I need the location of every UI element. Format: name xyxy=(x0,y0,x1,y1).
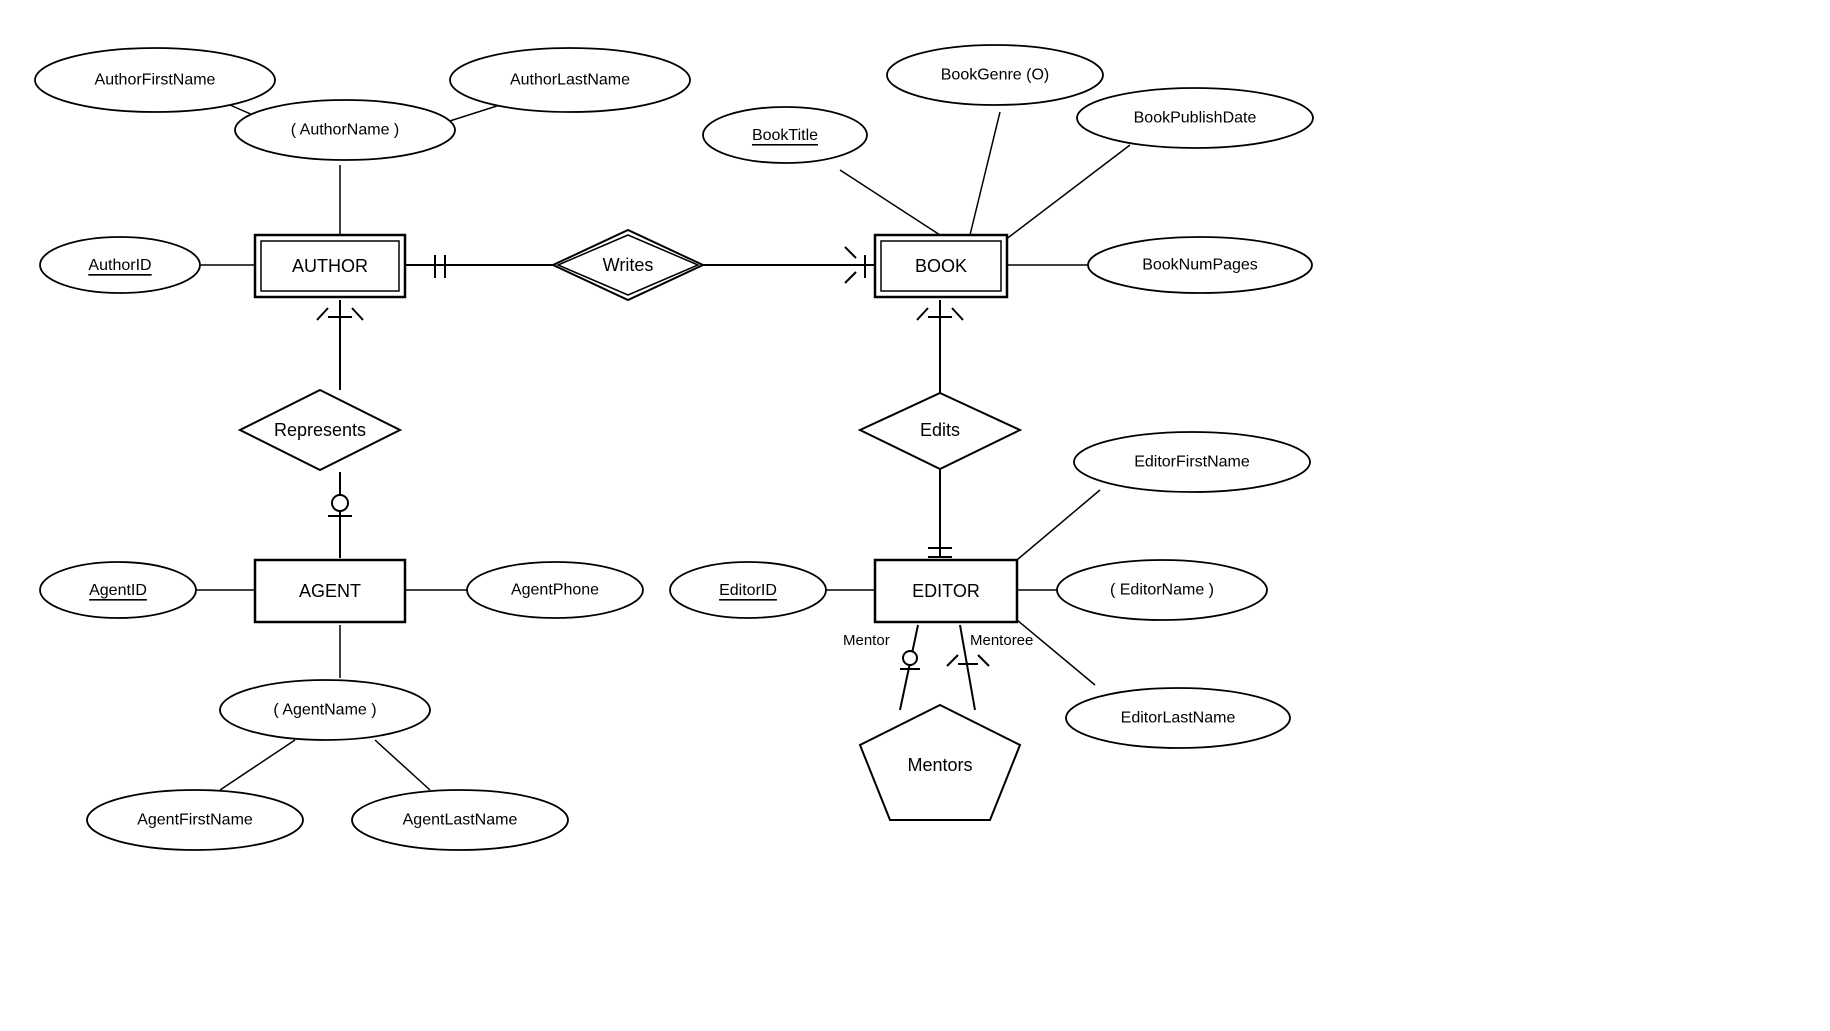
agent-phone-label: AgentPhone xyxy=(511,582,599,599)
agent-label: AGENT xyxy=(299,581,361,601)
author-lastname-label: AuthorLastName xyxy=(510,72,630,89)
mentors-label: Mentors xyxy=(907,755,972,775)
represents-label: Represents xyxy=(274,420,366,440)
author-id-label: AuthorID xyxy=(88,257,151,274)
editor-name-label: ( EditorName ) xyxy=(1110,582,1214,599)
author-firstname-label: AuthorFirstName xyxy=(95,72,216,89)
book-title-label: BookTitle xyxy=(752,127,818,144)
writes-label: Writes xyxy=(603,255,654,275)
author-name-label: ( AuthorName ) xyxy=(291,122,399,139)
book-publishdate-label: BookPublishDate xyxy=(1134,110,1257,127)
edits-label: Edits xyxy=(920,420,960,440)
editor-label: EDITOR xyxy=(912,581,980,601)
agent-name-label: ( AgentName ) xyxy=(273,702,376,719)
book-genre-label: BookGenre (O) xyxy=(941,67,1049,84)
mentor-label: Mentor xyxy=(843,632,890,649)
author-label: AUTHOR xyxy=(292,256,368,276)
agent-lastname-label: AgentLastName xyxy=(403,812,518,829)
mentoree-label: Mentoree xyxy=(970,632,1033,649)
agent-firstname-label: AgentFirstName xyxy=(137,812,253,829)
book-label: BOOK xyxy=(915,256,967,276)
editor-lastname-label: EditorLastName xyxy=(1121,710,1236,727)
editor-firstname-label: EditorFirstName xyxy=(1134,454,1250,471)
agent-id-label: AgentID xyxy=(89,582,147,599)
editor-id-label: EditorID xyxy=(719,582,777,599)
er-diagram: Mentor Mentoree AUTHOR BOOK AGENT EDITOR… xyxy=(0,0,1830,1026)
book-numpages-label: BookNumPages xyxy=(1142,257,1258,274)
